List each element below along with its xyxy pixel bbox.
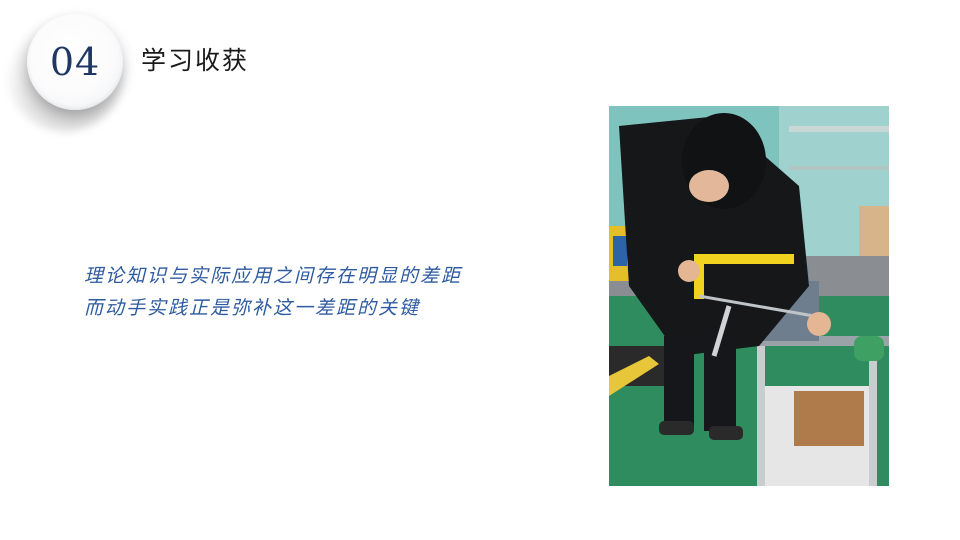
slide: 04 学习收获 理论知识与实际应用之间存在明显的差距 而动手实践正是弥补这一差距… — [0, 0, 960, 540]
workshop-photo-illustration — [609, 106, 889, 486]
body-line-2: 而动手实践正是弥补这一差距的关键 — [84, 297, 421, 319]
body-line-1: 理论知识与实际应用之间存在明显的差距 — [84, 265, 463, 287]
workshop-photo — [609, 106, 889, 486]
section-number: 04 — [49, 40, 101, 84]
body-text: 理论知识与实际应用之间存在明显的差距 而动手实践正是弥补这一差距的关键 — [84, 260, 584, 324]
section-badge: 04 — [27, 14, 123, 110]
section-title: 学习收获 — [141, 46, 250, 75]
